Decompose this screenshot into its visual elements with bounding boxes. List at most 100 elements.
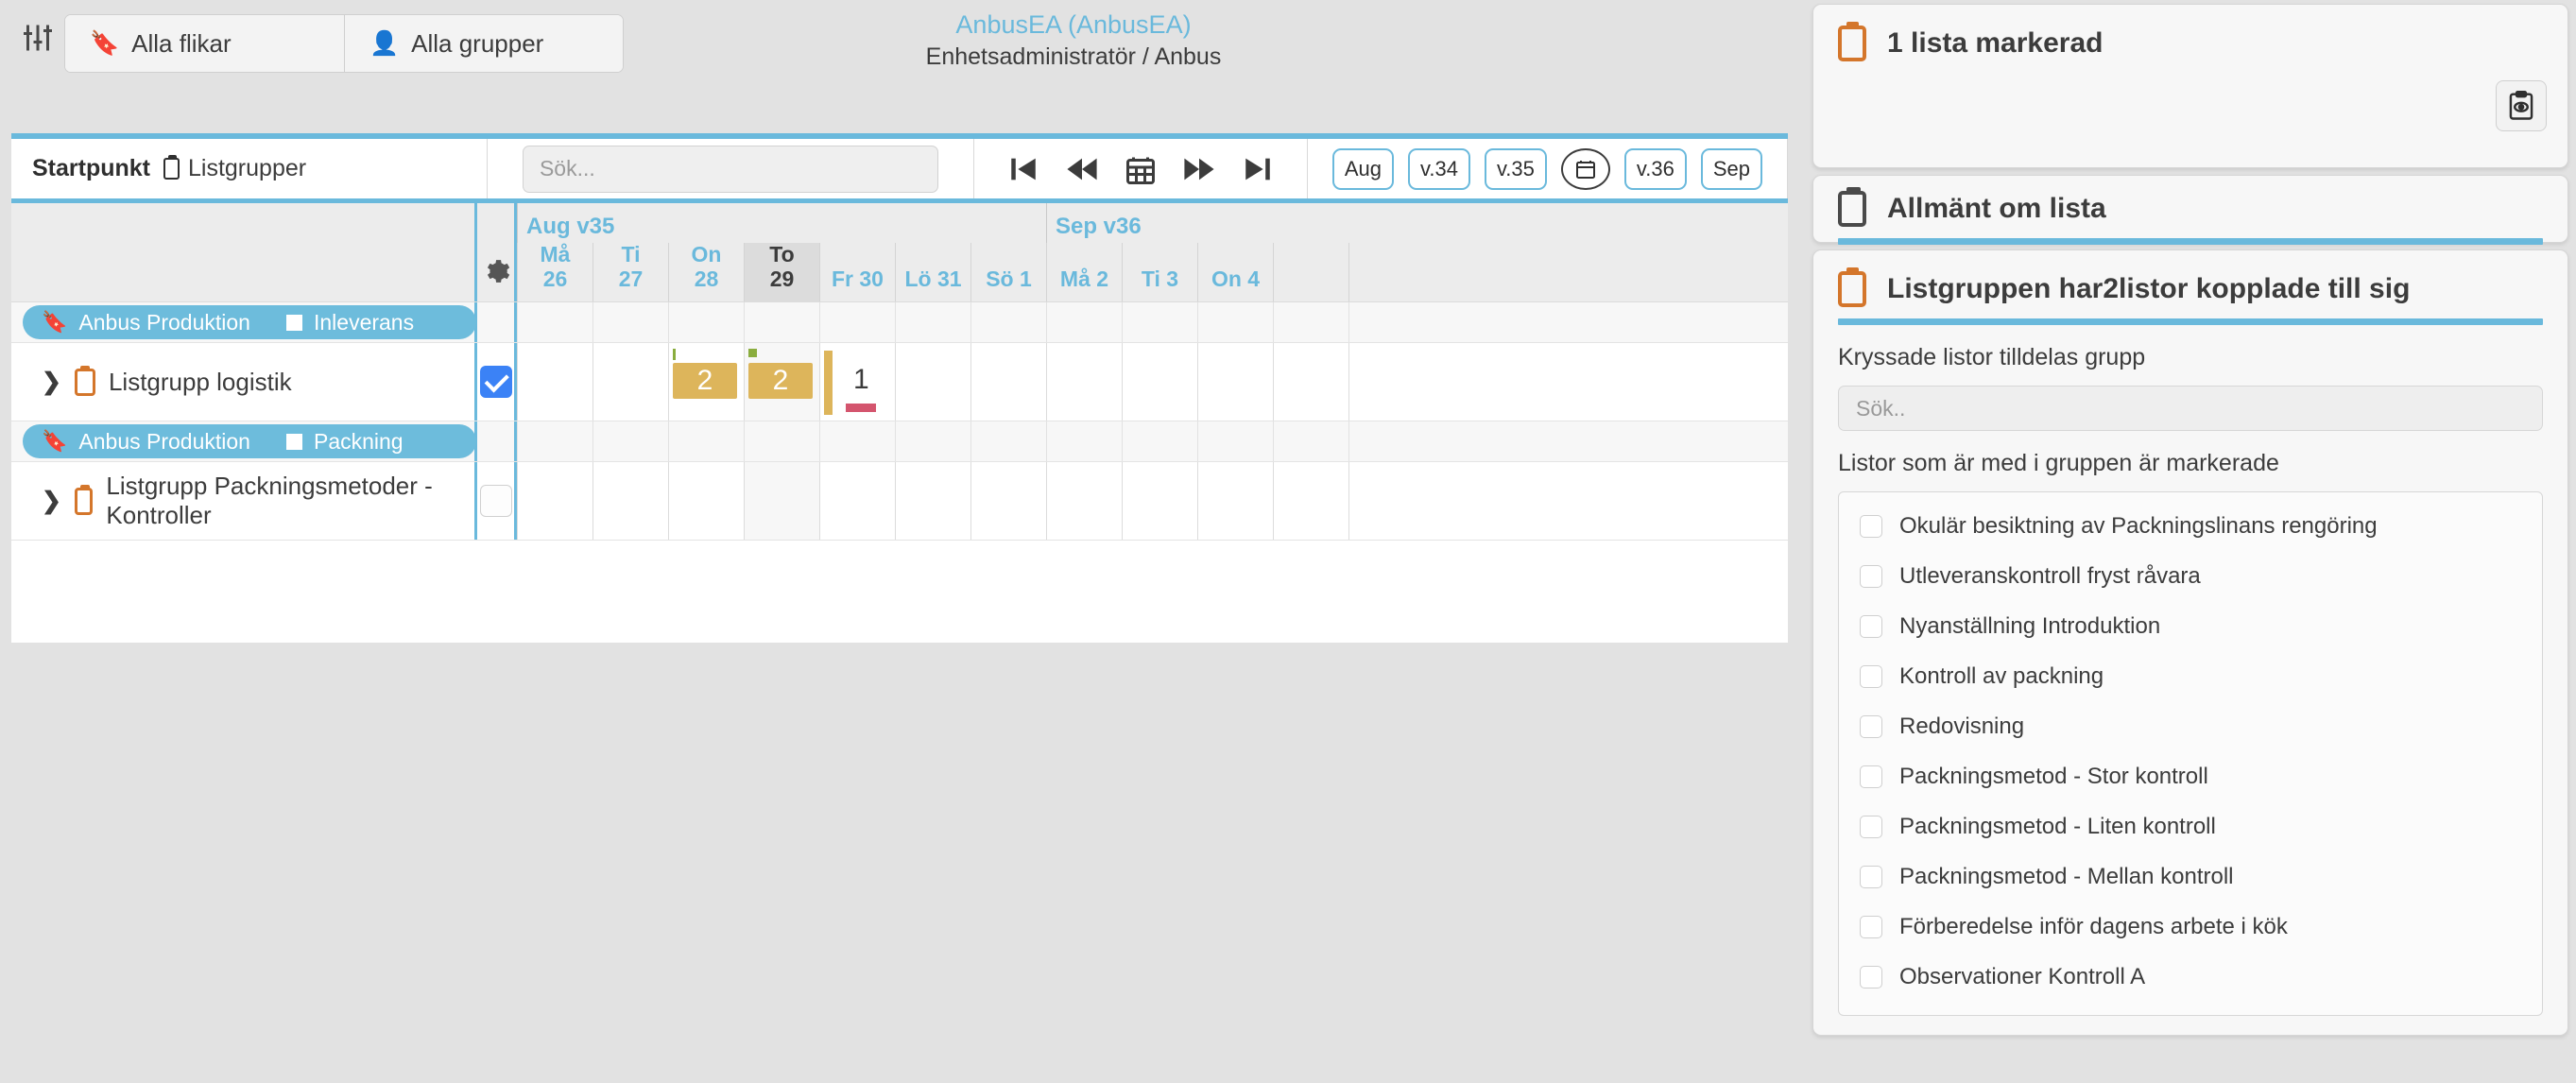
gantt-cell[interactable]: [744, 462, 819, 540]
gantt-cell[interactable]: [517, 462, 592, 540]
gantt-cell[interactable]: [970, 462, 1046, 540]
gantt-cell[interactable]: [592, 462, 668, 540]
day-column-header[interactable]: On 4: [1197, 243, 1273, 301]
period-v35-button[interactable]: v.35: [1485, 148, 1547, 190]
clipboard-eye-icon[interactable]: [2496, 80, 2547, 131]
gantt-cell[interactable]: [1348, 343, 1424, 421]
list-option-checkbox[interactable]: [1860, 715, 1882, 738]
table-row[interactable]: ❯Listgrupp Packningsmetoder - Kontroller: [11, 461, 1788, 541]
sliders-icon[interactable]: [21, 21, 55, 55]
gantt-cell[interactable]: [895, 343, 970, 421]
day-column-header[interactable]: Må26: [517, 243, 592, 301]
gantt-cell[interactable]: [744, 421, 819, 461]
gantt-cell[interactable]: [1046, 462, 1122, 540]
listgroup-search-input[interactable]: [1838, 386, 2543, 431]
gantt-cell[interactable]: [819, 462, 895, 540]
gantt-cell[interactable]: [1273, 462, 1348, 540]
gantt-cell[interactable]: [970, 302, 1046, 342]
day-column-header[interactable]: To29: [744, 243, 819, 301]
gantt-cell[interactable]: [1197, 302, 1273, 342]
day-column-header[interactable]: Lö 31: [895, 243, 970, 301]
list-option-row[interactable]: Observationer Kontroll A: [1839, 952, 2542, 1002]
gantt-cell[interactable]: [1122, 343, 1197, 421]
list-option-row[interactable]: Okulär besiktning av Packningslinans ren…: [1839, 501, 2542, 551]
day-column-header[interactable]: Sö 1: [970, 243, 1046, 301]
forward-icon[interactable]: [1182, 153, 1216, 185]
calendar-icon[interactable]: [1124, 153, 1158, 185]
user-name[interactable]: AnbusEA (AnbusEA): [837, 8, 1310, 42]
gantt-cell[interactable]: [1273, 302, 1348, 342]
gantt-cell[interactable]: [1046, 302, 1122, 342]
gantt-cell[interactable]: [1046, 421, 1122, 461]
list-option-row[interactable]: Förberedelse inför dagens arbete i kök: [1839, 902, 2542, 952]
gantt-cell[interactable]: [970, 343, 1046, 421]
gantt-cell[interactable]: [970, 421, 1046, 461]
gantt-cell[interactable]: [517, 343, 592, 421]
search-input[interactable]: [523, 146, 938, 193]
list-option-checkbox[interactable]: [1860, 765, 1882, 788]
gantt-cell[interactable]: [895, 302, 970, 342]
gantt-cell[interactable]: [895, 421, 970, 461]
gantt-cell[interactable]: [895, 462, 970, 540]
list-option-checkbox[interactable]: [1860, 916, 1882, 938]
gantt-cell[interactable]: [1348, 421, 1424, 461]
gantt-cell[interactable]: [517, 302, 592, 342]
gantt-cell[interactable]: [819, 302, 895, 342]
gantt-task-bar[interactable]: 2: [673, 363, 737, 399]
chevron-right-icon[interactable]: ❯: [42, 487, 61, 515]
gantt-cell[interactable]: [1122, 302, 1197, 342]
gantt-cell[interactable]: [1273, 421, 1348, 461]
gantt-cell[interactable]: [1348, 462, 1424, 540]
list-option-row[interactable]: Kontroll av packning: [1839, 651, 2542, 701]
list-option-checkbox[interactable]: [1860, 816, 1882, 838]
skip-first-icon[interactable]: [1006, 153, 1040, 185]
list-option-row[interactable]: Packningsmetod - Liten kontroll: [1839, 801, 2542, 851]
gantt-cell[interactable]: [1122, 421, 1197, 461]
day-column-header[interactable]: [1273, 243, 1348, 301]
gantt-cell[interactable]: [517, 421, 592, 461]
day-column-header[interactable]: Ti 3: [1122, 243, 1197, 301]
gantt-task-bar[interactable]: 2: [748, 363, 813, 399]
gantt-cell[interactable]: [592, 302, 668, 342]
list-option-checkbox[interactable]: [1860, 665, 1882, 688]
period-v34-button[interactable]: v.34: [1408, 148, 1470, 190]
day-column-header[interactable]: [1348, 243, 1424, 301]
listgrupper-button[interactable]: Listgrupper: [163, 155, 306, 182]
list-option-row[interactable]: Redovisning: [1839, 701, 2542, 751]
gantt-cell[interactable]: [592, 343, 668, 421]
rewind-icon[interactable]: [1065, 153, 1099, 185]
gantt-cell[interactable]: [668, 302, 744, 342]
row-checkbox[interactable]: [480, 366, 512, 398]
period-today-button[interactable]: [1561, 148, 1610, 190]
period-sep-button[interactable]: Sep: [1701, 148, 1762, 190]
gantt-cell[interactable]: [1197, 462, 1273, 540]
gantt-cell[interactable]: [744, 302, 819, 342]
chevron-right-icon[interactable]: ❯: [42, 368, 61, 396]
gantt-vertical-marker[interactable]: [824, 351, 833, 415]
list-option-row[interactable]: Packningsmetod - Mellan kontroll: [1839, 851, 2542, 902]
table-row[interactable]: ❯Listgrupp logistik221: [11, 342, 1788, 421]
period-v36-button[interactable]: v.36: [1624, 148, 1687, 190]
general-about-list-card[interactable]: Allmänt om lista: [1812, 175, 2568, 243]
gantt-cell[interactable]: [1197, 421, 1273, 461]
gantt-cell[interactable]: [1273, 343, 1348, 421]
gantt-cell[interactable]: [668, 421, 744, 461]
list-option-row[interactable]: Packningsmetod - Stor kontroll: [1839, 751, 2542, 801]
gantt-cell[interactable]: [819, 421, 895, 461]
gantt-cell[interactable]: [668, 462, 744, 540]
gantt-cell[interactable]: [1046, 343, 1122, 421]
day-column-header[interactable]: Fr 30: [819, 243, 895, 301]
list-option-checkbox[interactable]: [1860, 615, 1882, 638]
skip-last-icon[interactable]: [1241, 153, 1275, 185]
day-column-header[interactable]: Må 2: [1046, 243, 1122, 301]
gantt-cell[interactable]: [1122, 462, 1197, 540]
gantt-cell[interactable]: [1197, 343, 1273, 421]
gantt-cell[interactable]: [1348, 302, 1424, 342]
tab-alla-grupper[interactable]: 👤 Alla grupper: [344, 15, 623, 72]
gantt-status-bar[interactable]: [846, 404, 876, 412]
gear-icon[interactable]: [474, 203, 517, 301]
list-option-row[interactable]: Nyanställning Introduktion: [1839, 601, 2542, 651]
day-column-header[interactable]: On28: [668, 243, 744, 301]
tab-alla-flikar[interactable]: 🔖 Alla flikar: [65, 15, 344, 72]
period-aug-button[interactable]: Aug: [1332, 148, 1394, 190]
